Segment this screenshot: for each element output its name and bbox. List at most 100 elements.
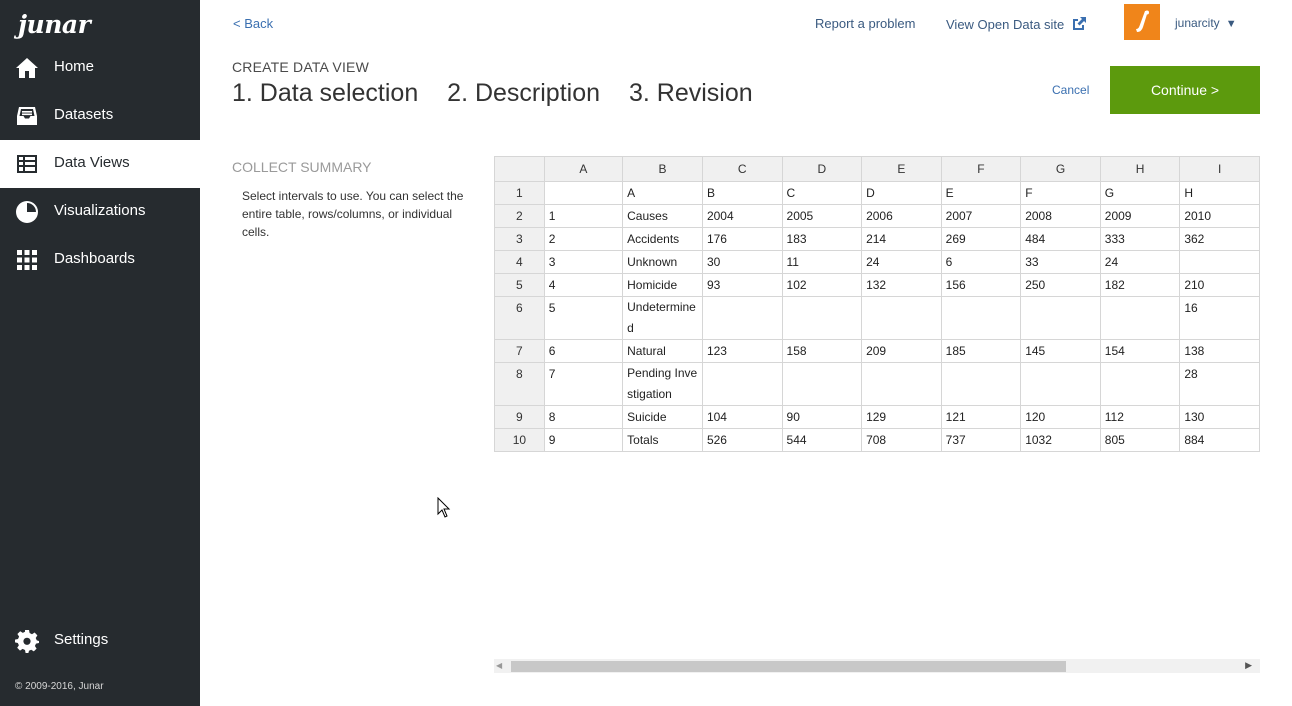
- table-cell[interactable]: Suicide: [622, 405, 703, 429]
- nav-item-dashboards[interactable]: Dashboards: [0, 236, 200, 284]
- table-cell[interactable]: 11: [781, 250, 863, 274]
- column-header[interactable]: A: [543, 156, 624, 182]
- avatar[interactable]: [1124, 4, 1160, 40]
- table-cell[interactable]: [781, 362, 863, 406]
- row-header[interactable]: 8: [494, 362, 545, 406]
- table-cell[interactable]: 183: [781, 227, 863, 251]
- row-header[interactable]: 1: [494, 181, 545, 205]
- table-cell[interactable]: 154: [1099, 339, 1181, 363]
- table-cell[interactable]: 209: [861, 339, 942, 363]
- table-cell[interactable]: 6: [940, 250, 1022, 274]
- column-header[interactable]: H: [1099, 156, 1181, 182]
- table-cell[interactable]: Causes: [622, 204, 703, 228]
- nav-item-visualizations[interactable]: Visualizations: [0, 188, 200, 236]
- table-cell[interactable]: [1020, 362, 1101, 406]
- table-cell[interactable]: 3: [543, 250, 624, 274]
- table-cell[interactable]: 269: [940, 227, 1022, 251]
- table-cell[interactable]: 30: [701, 250, 783, 274]
- table-cell[interactable]: Natural: [622, 339, 703, 363]
- table-cell[interactable]: 2005: [781, 204, 863, 228]
- table-cell[interactable]: 9: [543, 428, 624, 452]
- table-cell[interactable]: Totals: [622, 428, 703, 452]
- table-cell[interactable]: 544: [781, 428, 863, 452]
- table-row[interactable]: 7 6 Natural 123 158 209 185 145 154 138: [494, 339, 1260, 363]
- table-cell[interactable]: A: [622, 181, 703, 205]
- table-cell[interactable]: [861, 362, 942, 406]
- table-cell[interactable]: 2004: [701, 204, 783, 228]
- table-row[interactable]: 2 1 Causes 2004 2005 2006 2007 2008 2009 2010: [494, 204, 1260, 228]
- table-cell[interactable]: C: [781, 181, 863, 205]
- table-cell[interactable]: 132: [861, 273, 942, 297]
- scrollbar-thumb[interactable]: [511, 661, 1066, 672]
- table-cell[interactable]: Unknown: [622, 250, 703, 274]
- table-cell[interactable]: 28: [1179, 362, 1260, 406]
- table-cell[interactable]: 130: [1179, 405, 1260, 429]
- column-header[interactable]: E: [861, 156, 942, 182]
- table-row[interactable]: 1 ABCDEFGH: [494, 181, 1260, 205]
- back-link[interactable]: < Back: [233, 16, 273, 31]
- table-cell[interactable]: 138: [1179, 339, 1260, 363]
- table-cell[interactable]: [1179, 250, 1260, 274]
- table-cell[interactable]: Pending Investigation: [622, 362, 703, 406]
- table-cell[interactable]: 121: [940, 405, 1022, 429]
- table-cell[interactable]: D: [861, 181, 942, 205]
- table-cell[interactable]: 24: [861, 250, 942, 274]
- scroll-left-icon[interactable]: ◀: [496, 661, 502, 670]
- table-cell[interactable]: 737: [940, 428, 1022, 452]
- table-cell[interactable]: [940, 362, 1022, 406]
- table-cell[interactable]: [1099, 296, 1181, 340]
- row-header[interactable]: 2: [494, 204, 545, 228]
- table-cell[interactable]: 2009: [1099, 204, 1181, 228]
- table-cell[interactable]: 158: [781, 339, 863, 363]
- data-table[interactable]: ABCDEFGHI 1 A B C D E F G H 2 1 Causes 2004 2005 2006 2…: [494, 156, 1260, 452]
- table-cell[interactable]: 333: [1099, 227, 1181, 251]
- table-row[interactable]: 4 3 Unknown 30 11 24 6 33 24: [494, 250, 1260, 274]
- cancel-link[interactable]: Cancel: [1052, 83, 1089, 97]
- table-cell[interactable]: 2006: [861, 204, 942, 228]
- table-cell[interactable]: [1099, 362, 1181, 406]
- nav-item-settings[interactable]: Settings: [0, 617, 200, 665]
- junar-logo[interactable]: junar: [18, 4, 91, 44]
- table-cell[interactable]: B: [701, 181, 783, 205]
- table-cell[interactable]: [1020, 296, 1101, 340]
- table-cell[interactable]: 250: [1020, 273, 1101, 297]
- open-data-link[interactable]: View Open Data site: [946, 16, 1087, 32]
- column-header[interactable]: G: [1020, 156, 1101, 182]
- column-header[interactable]: B: [622, 156, 703, 182]
- table-row[interactable]: 6 5 Undetermined 16: [494, 296, 1260, 340]
- table-cell[interactable]: [701, 296, 783, 340]
- table-cell[interactable]: 129: [861, 405, 942, 429]
- row-header[interactable]: 9: [494, 405, 545, 429]
- scroll-right-icon[interactable]: ▶: [1245, 660, 1252, 671]
- table-row[interactable]: 8 7 Pending Investigation 28: [494, 362, 1260, 406]
- table-cell[interactable]: 362: [1179, 227, 1260, 251]
- table-cell[interactable]: [543, 181, 624, 205]
- table-cell[interactable]: 156: [940, 273, 1022, 297]
- table-cell[interactable]: F: [1020, 181, 1101, 205]
- row-header[interactable]: 7: [494, 339, 545, 363]
- table-cell[interactable]: 7: [543, 362, 624, 406]
- table-cell[interactable]: 104: [701, 405, 783, 429]
- table-cell[interactable]: 120: [1020, 405, 1101, 429]
- table-cell[interactable]: 214: [861, 227, 942, 251]
- table-cell[interactable]: 33: [1020, 250, 1101, 274]
- continue-button[interactable]: Continue >: [1110, 66, 1260, 114]
- horizontal-scrollbar[interactable]: ◀ ▶: [494, 659, 1260, 673]
- table-row[interactable]: 10 9 Totals 526 544 708 737 1032 805 884: [494, 428, 1260, 452]
- table-cell[interactable]: Undetermined: [622, 296, 703, 340]
- table-cell[interactable]: 24: [1099, 250, 1181, 274]
- table-cell[interactable]: 102: [781, 273, 863, 297]
- table-cell[interactable]: H: [1179, 181, 1260, 205]
- table-cell[interactable]: 5: [543, 296, 624, 340]
- table-cell[interactable]: 708: [861, 428, 942, 452]
- table-cell[interactable]: G: [1099, 181, 1181, 205]
- column-header[interactable]: C: [701, 156, 783, 182]
- table-cell[interactable]: Homicide: [622, 273, 703, 297]
- table-cell[interactable]: [940, 296, 1022, 340]
- table-row[interactable]: 3 2 Accidents 176 183 214 269 484 333 362: [494, 227, 1260, 251]
- table-cell[interactable]: 2008: [1020, 204, 1101, 228]
- grid-corner[interactable]: [494, 156, 545, 182]
- table-cell[interactable]: 16: [1179, 296, 1260, 340]
- table-cell[interactable]: E: [940, 181, 1022, 205]
- table-cell[interactable]: 123: [701, 339, 783, 363]
